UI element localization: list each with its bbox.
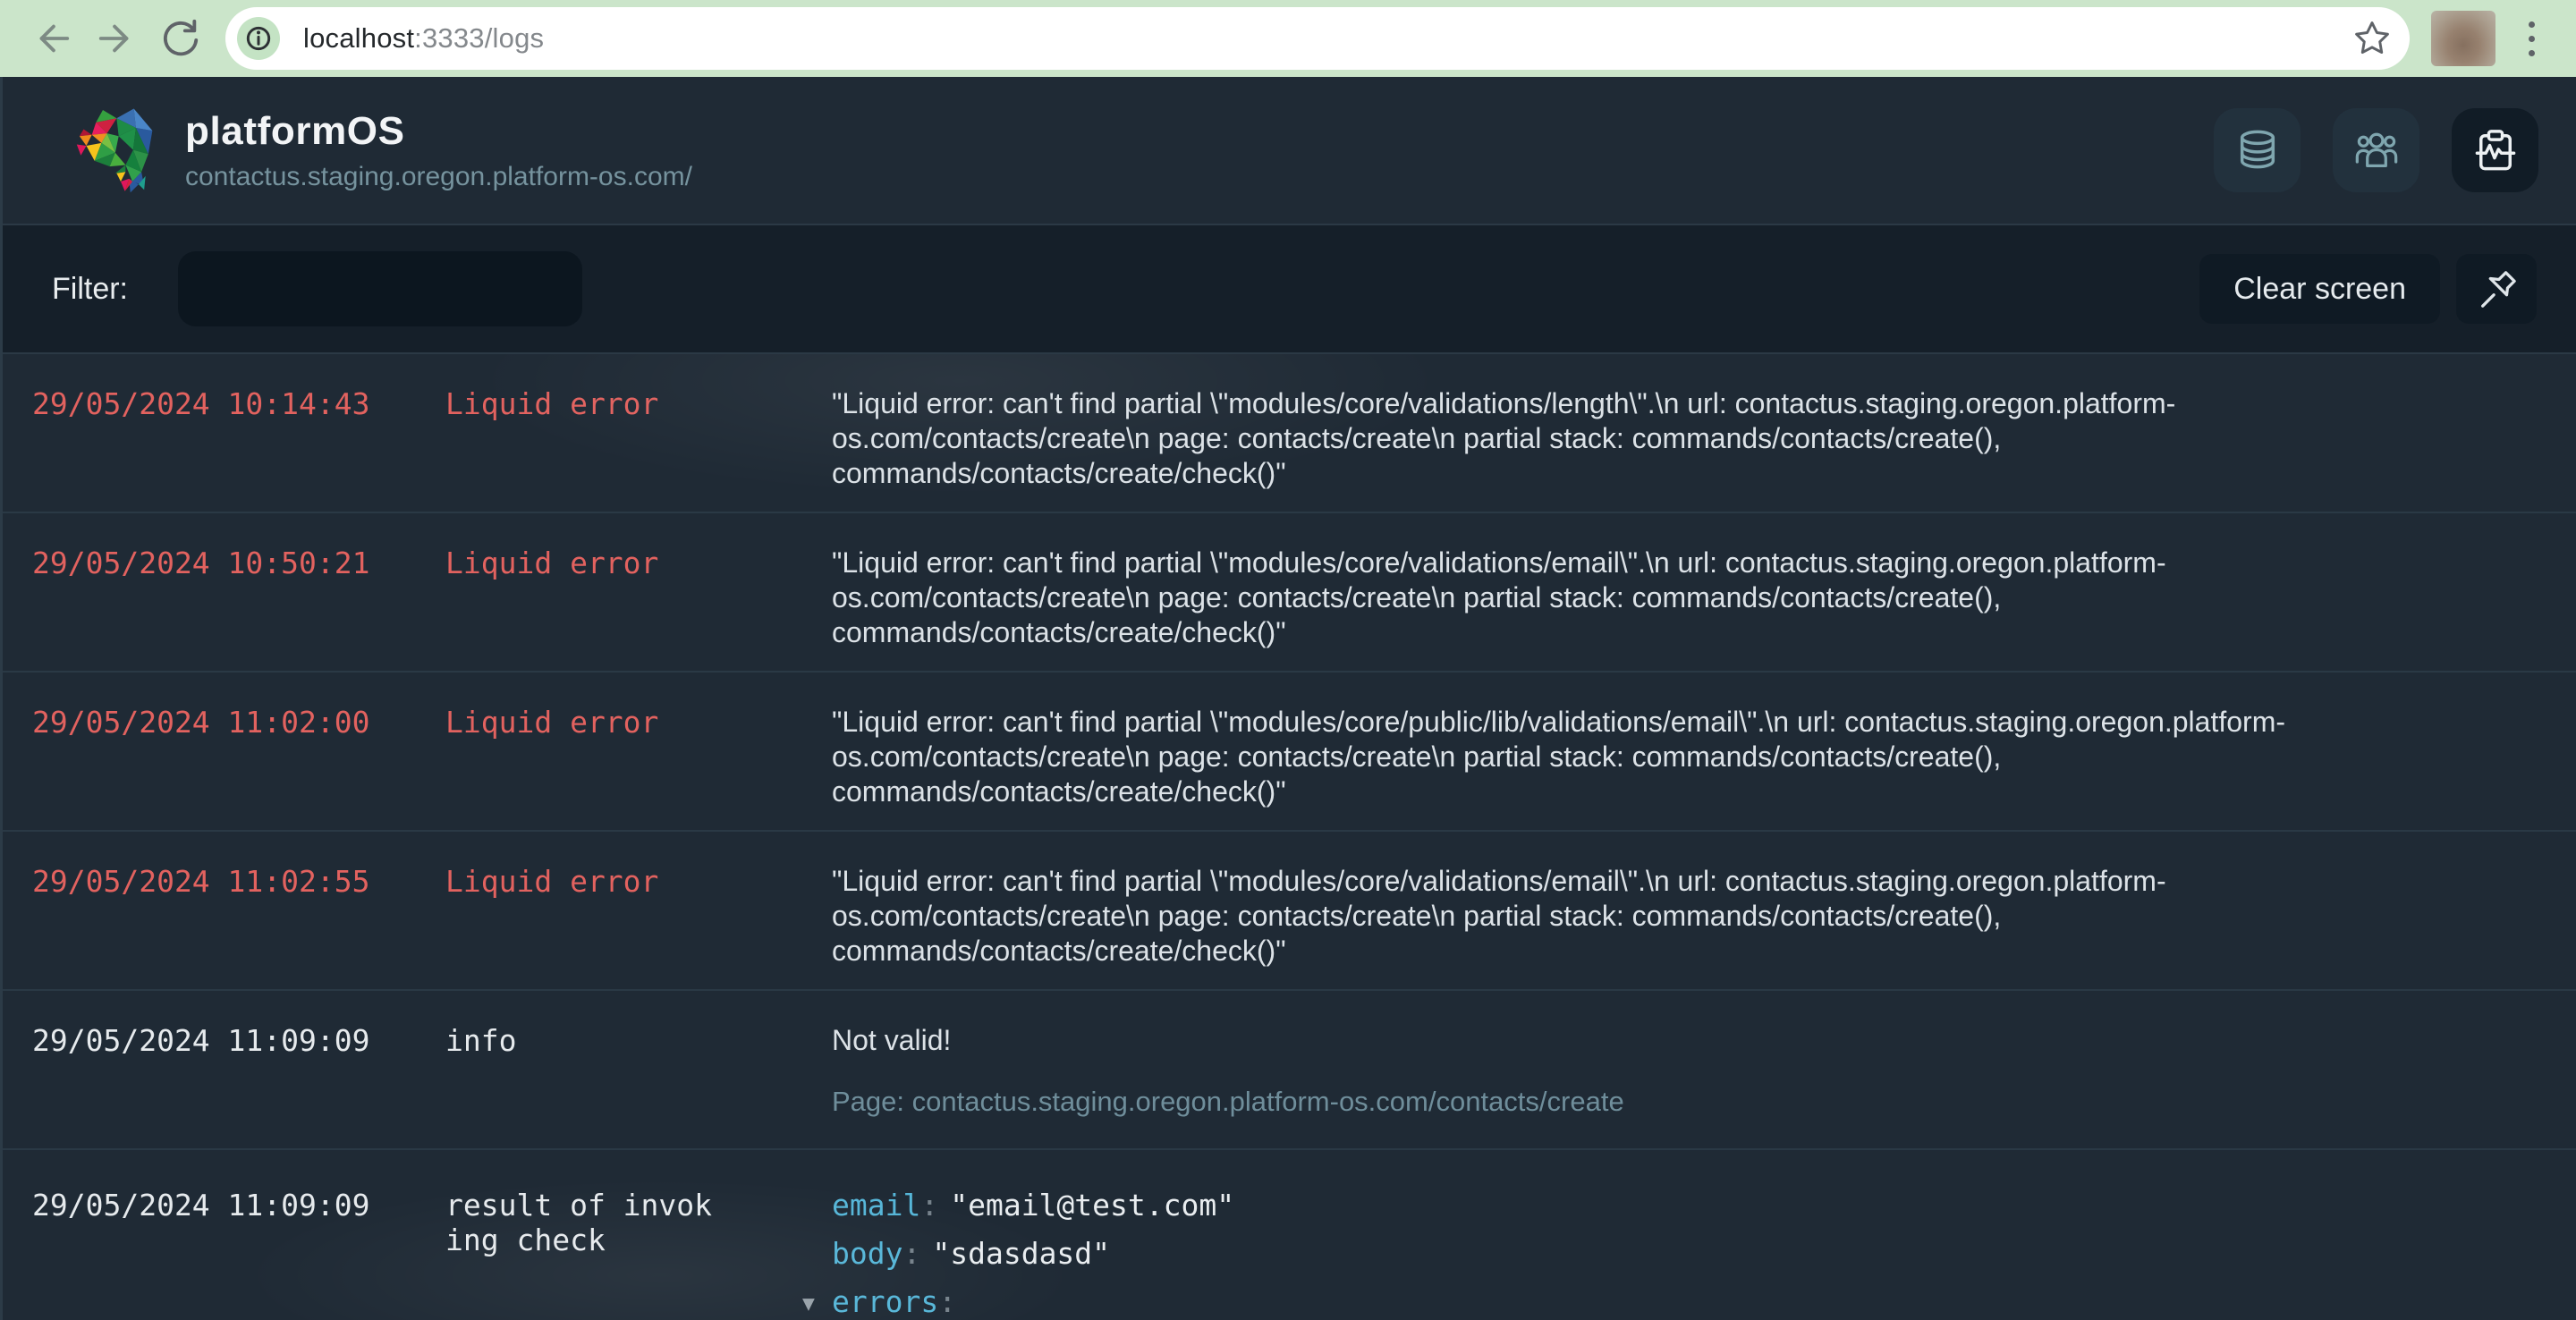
log-row: 29/05/2024 10:14:43 Liquid error "Liquid… xyxy=(3,354,2576,513)
log-message: "Liquid error: can't find partial \"modu… xyxy=(832,706,2285,808)
pushpin-icon xyxy=(2481,271,2516,308)
logs-monitor-button[interactable] xyxy=(2452,108,2538,192)
log-page-link[interactable]: Page: contactus.staging.oregon.platform-… xyxy=(832,1084,2299,1119)
collapse-triangle-icon[interactable]: ▼ xyxy=(802,1287,832,1320)
kv-value: "email@test.com" xyxy=(950,1188,1235,1223)
kv-line-expandable: ▼ errors: xyxy=(802,1284,2299,1320)
kv-line: email: "email@test.com" xyxy=(832,1188,2299,1223)
url-text: localhost:3333/logs xyxy=(303,22,544,55)
back-icon[interactable] xyxy=(27,13,77,63)
platformos-logs-app: platformOS contactus.staging.oregon.plat… xyxy=(0,77,2576,1320)
users-button[interactable] xyxy=(2333,108,2419,192)
pin-button[interactable] xyxy=(2456,254,2537,324)
url-path: :3333/logs xyxy=(414,22,545,54)
log-timestamp: 29/05/2024 10:50:21 xyxy=(32,546,370,580)
site-info-icon xyxy=(246,26,271,51)
url-bar[interactable]: localhost:3333/logs xyxy=(225,7,2410,70)
log-type: Liquid error xyxy=(445,546,659,580)
kv-key: email xyxy=(832,1188,921,1223)
platformos-logo xyxy=(76,108,153,193)
kv-value: "sdasdasd" xyxy=(932,1236,1111,1271)
filter-input[interactable] xyxy=(178,251,582,326)
log-type: Liquid error xyxy=(445,705,659,740)
header-actions xyxy=(2214,108,2538,192)
log-timestamp: 29/05/2024 10:14:43 xyxy=(32,386,370,421)
log-timestamp: 29/05/2024 11:02:00 xyxy=(32,705,370,740)
kv-colon: : xyxy=(938,1284,957,1319)
log-row: 29/05/2024 11:02:55 Liquid error "Liquid… xyxy=(3,832,2576,991)
log-type: Liquid error xyxy=(445,864,659,899)
kv-line: body: "sdasdasd" xyxy=(832,1236,2299,1271)
reload-icon[interactable] xyxy=(156,13,206,63)
url-host: localhost xyxy=(303,22,415,54)
log-message: Not valid! Page: contactus.staging.orego… xyxy=(832,1023,2299,1148)
filter-bar: Filter: Clear screen xyxy=(3,224,2576,354)
log-type: result of invoking check xyxy=(445,1188,713,1257)
log-message: "Liquid error: can't find partial \"modu… xyxy=(832,865,2166,967)
header-titles: platformOS contactus.staging.oregon.plat… xyxy=(185,109,692,192)
log-table: 29/05/2024 10:14:43 Liquid error "Liquid… xyxy=(3,354,2576,1320)
log-message: "Liquid error: can't find partial \"modu… xyxy=(832,546,2166,648)
log-timestamp: 29/05/2024 11:09:09 xyxy=(32,1188,370,1223)
log-message: email: "email@test.com" body: "sdasdasd" ▼… xyxy=(802,1188,2299,1320)
log-type: Liquid error xyxy=(445,386,659,421)
log-row: 29/05/2024 11:09:09 info Not valid! Page… xyxy=(3,991,2576,1150)
log-row: 29/05/2024 11:02:00 Liquid error "Liquid… xyxy=(3,673,2576,832)
app-header: platformOS contactus.staging.oregon.plat… xyxy=(3,77,2576,224)
kv-key: body xyxy=(832,1236,903,1271)
logs-monitor-icon xyxy=(2475,130,2515,171)
log-message-text: Not valid! xyxy=(832,1024,952,1056)
database-icon xyxy=(2240,130,2275,169)
site-info-chip[interactable] xyxy=(237,17,280,60)
instance-url[interactable]: contactus.staging.oregon.platform-os.com… xyxy=(185,162,692,192)
log-row: 29/05/2024 11:09:09 result of invoking c… xyxy=(3,1150,2576,1320)
app-title: platformOS xyxy=(185,108,405,153)
log-timestamp: 29/05/2024 11:09:09 xyxy=(32,1023,370,1058)
kv-colon: : xyxy=(902,1236,921,1271)
log-row: 29/05/2024 10:50:21 Liquid error "Liquid… xyxy=(3,513,2576,673)
kv-key[interactable]: errors xyxy=(832,1284,938,1319)
kebab-menu-icon[interactable] xyxy=(2513,12,2549,65)
users-icon xyxy=(2355,132,2397,167)
browser-chrome: localhost:3333/logs xyxy=(0,0,2576,77)
screen: localhost:3333/logs platformOS contactus… xyxy=(0,0,2576,1320)
database-button[interactable] xyxy=(2214,108,2301,192)
clear-screen-button[interactable]: Clear screen xyxy=(2199,254,2440,324)
log-message: "Liquid error: can't find partial \"modu… xyxy=(832,387,2176,489)
log-timestamp: 29/05/2024 11:02:55 xyxy=(32,864,370,899)
kv-colon: : xyxy=(920,1188,939,1223)
forward-icon[interactable] xyxy=(91,13,141,63)
profile-avatar[interactable] xyxy=(2431,11,2496,66)
bookmark-star-icon[interactable] xyxy=(2352,19,2392,58)
log-type: info xyxy=(445,1023,517,1058)
filter-label: Filter: xyxy=(52,271,128,306)
